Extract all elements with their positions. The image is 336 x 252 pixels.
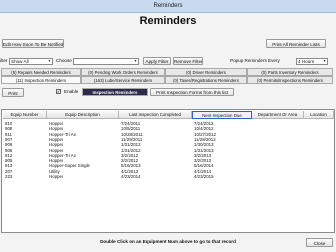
choose-select[interactable]: ▼ — [73, 58, 139, 65]
print-inspection-forms-button[interactable]: Print Inspection Forms from this list — [150, 88, 234, 96]
cell-last-inspection: 4/23/2014 — [121, 174, 141, 179]
col-location[interactable]: Location — [304, 111, 334, 119]
tab-driver[interactable]: (0) Driver Reminders — [165, 68, 247, 76]
edit-notify-button[interactable]: Edit How Soon To Be Notified — [2, 39, 64, 48]
chevron-down-icon: ▼ — [47, 59, 52, 63]
window-title: Reminders — [0, 0, 336, 13]
tab-pending-work-orders[interactable]: (0) Pending Work Orders Reminders — [81, 68, 165, 76]
enable-label: Enable — [64, 89, 79, 94]
chevron-down-icon: ▼ — [133, 59, 138, 63]
page-title: Reminders — [139, 15, 197, 27]
close-button[interactable]: Close — [306, 238, 333, 247]
popup-value: 4 Hours — [298, 59, 315, 64]
remove-filter-button[interactable]: Remove Filter — [173, 57, 203, 65]
tab-inspection[interactable]: (11) Inspection Reminders — [1, 76, 81, 84]
popup-interval-select[interactable]: 4 Hours ▼ — [296, 58, 328, 65]
col-department[interactable]: Department Or Area — [252, 111, 304, 119]
apply-filter-button[interactable]: Apply Filter — [143, 57, 171, 65]
cell-equip-number[interactable]: 223 — [5, 174, 12, 179]
enable-checkbox[interactable]: ✔ — [56, 89, 61, 94]
tab-repairs-needed[interactable]: (5) Repairs Needed Reminders — [1, 68, 81, 76]
col-next-inspection-due[interactable]: Next Inspection Due — [192, 111, 252, 119]
active-reminder-list-tab[interactable]: Inspection Reminders — [82, 88, 148, 96]
tab-parts-inventory[interactable]: (0) Parts Inventory Reminders — [247, 68, 333, 76]
tab-permits-inspections[interactable]: (0) Permits/Inspections Reminders — [247, 76, 333, 84]
filter-label: ilter — [0, 58, 8, 63]
print-all-lists-button[interactable]: Print All Reminder Lists — [266, 39, 326, 48]
col-last-inspection[interactable]: Last Inspection Completed — [119, 111, 192, 119]
cell-equip-description: Hopper — [49, 174, 64, 179]
tab-lube-service[interactable]: (163) Lube/Service Reminders — [81, 76, 165, 84]
chevron-down-icon: ▼ — [322, 59, 327, 63]
col-equip-description[interactable]: Equip Description — [47, 111, 119, 119]
col-equip-number[interactable]: Equip Number — [3, 111, 47, 119]
cell-next-inspection-due: 4/23/2015 — [194, 174, 214, 179]
filter-value: Show All — [11, 59, 29, 64]
print-button[interactable]: Print — [2, 88, 24, 97]
table-row[interactable]: 223 Hopper 4/23/2014 4/23/2015 — [2, 174, 332, 179]
filter-select[interactable]: Show All ▼ — [9, 58, 53, 65]
tab-taxes-registrations[interactable]: (0) Taxes/Registrations Reminders — [165, 76, 247, 84]
reminders-window: Reminders Edit How Soon To Be Notified R… — [0, 0, 336, 252]
reminders-table: Equip Number Equip Description Last Insp… — [1, 109, 335, 233]
footer-hint: Double Click on an Equipment Num above t… — [100, 239, 236, 244]
popup-label: Popup Reminders Every — [230, 58, 280, 63]
choose-label: Choose — [56, 58, 72, 63]
